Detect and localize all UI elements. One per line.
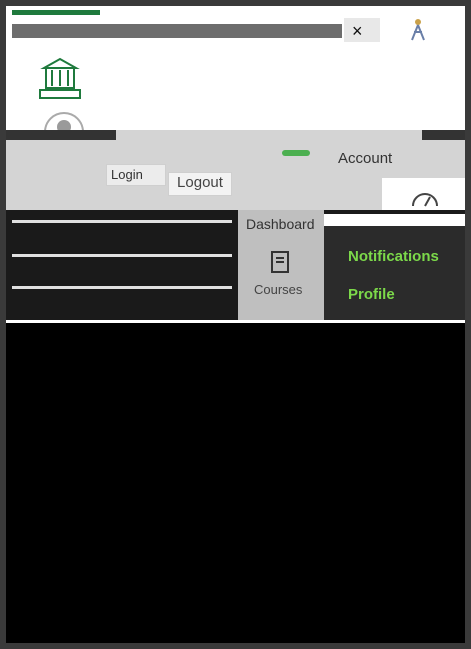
- account-link[interactable]: Account: [338, 150, 392, 167]
- global-nav: Dashboard Courses: [238, 210, 324, 320]
- notifications-link[interactable]: Notifications: [348, 248, 439, 265]
- toolbar-strip: [12, 24, 342, 38]
- app-window: × Login Logout Account Dashboard Courses…: [6, 6, 465, 643]
- stripe-line: [12, 254, 232, 257]
- account-bar: Login Logout Account: [6, 130, 465, 210]
- login-button[interactable]: Login: [106, 164, 166, 186]
- brand-accent-bar: [12, 10, 100, 15]
- logout-button[interactable]: Logout: [168, 172, 232, 196]
- status-indicator: [282, 150, 310, 156]
- profile-link[interactable]: Profile: [348, 286, 395, 303]
- institution-logo-icon[interactable]: [36, 56, 84, 102]
- sidebar-header: [6, 46, 465, 152]
- screenshot-frame: × Login Logout Account Dashboard Courses…: [0, 0, 471, 649]
- panel-top-edge: [324, 214, 465, 226]
- content-divider: [6, 320, 465, 323]
- bar-divider-right: [422, 130, 465, 140]
- person-figure-icon: [411, 19, 425, 41]
- account-panel: Notifications Profile: [324, 214, 465, 320]
- stripe-line: [12, 286, 232, 289]
- nav-item-dashboard[interactable]: Dashboard: [246, 216, 315, 232]
- stripe-line: [12, 220, 232, 223]
- nav-item-courses[interactable]: Courses: [254, 282, 302, 297]
- book-icon[interactable]: [270, 250, 290, 276]
- gauge-icon[interactable]: [410, 188, 440, 208]
- close-icon[interactable]: ×: [352, 22, 363, 40]
- bar-divider-left: [6, 130, 116, 140]
- top-bar: ×: [6, 6, 465, 46]
